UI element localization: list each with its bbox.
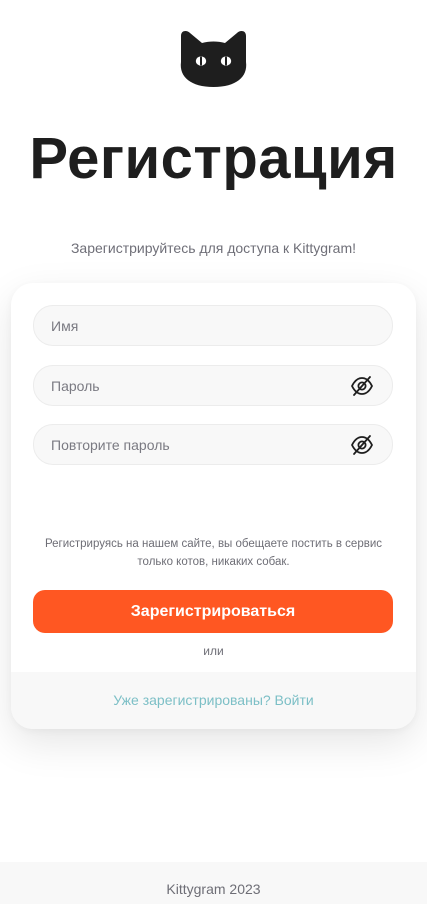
- eye-off-icon[interactable]: [350, 434, 374, 456]
- page-subtitle: Зарегистрируйтесь для доступа к Kittygra…: [70, 240, 357, 256]
- username-input[interactable]: [34, 306, 392, 345]
- login-strip: Уже зарегистрированы? Войти: [11, 672, 416, 729]
- or-divider-label: или: [203, 644, 224, 658]
- password-repeat-field[interactable]: [33, 424, 393, 465]
- footer: Kittygram 2023: [0, 862, 427, 904]
- password-input[interactable]: [34, 366, 392, 405]
- username-field[interactable]: [33, 305, 393, 346]
- eye-off-icon[interactable]: [350, 375, 374, 397]
- page-title: Регистрация: [29, 126, 398, 191]
- terms-note: Регистрируясь на нашем сайте, вы обещает…: [44, 538, 383, 568]
- cat-logo-icon: [180, 31, 247, 87]
- register-button[interactable]: Зарегистрироваться: [33, 590, 393, 633]
- password-field[interactable]: [33, 365, 393, 406]
- login-link[interactable]: Уже зарегистрированы? Войти: [11, 692, 416, 708]
- registration-card: Регистрируясь на нашем сайте, вы обещает…: [11, 283, 416, 729]
- footer-copyright: Kittygram 2023: [166, 881, 261, 897]
- password-repeat-input[interactable]: [34, 425, 392, 464]
